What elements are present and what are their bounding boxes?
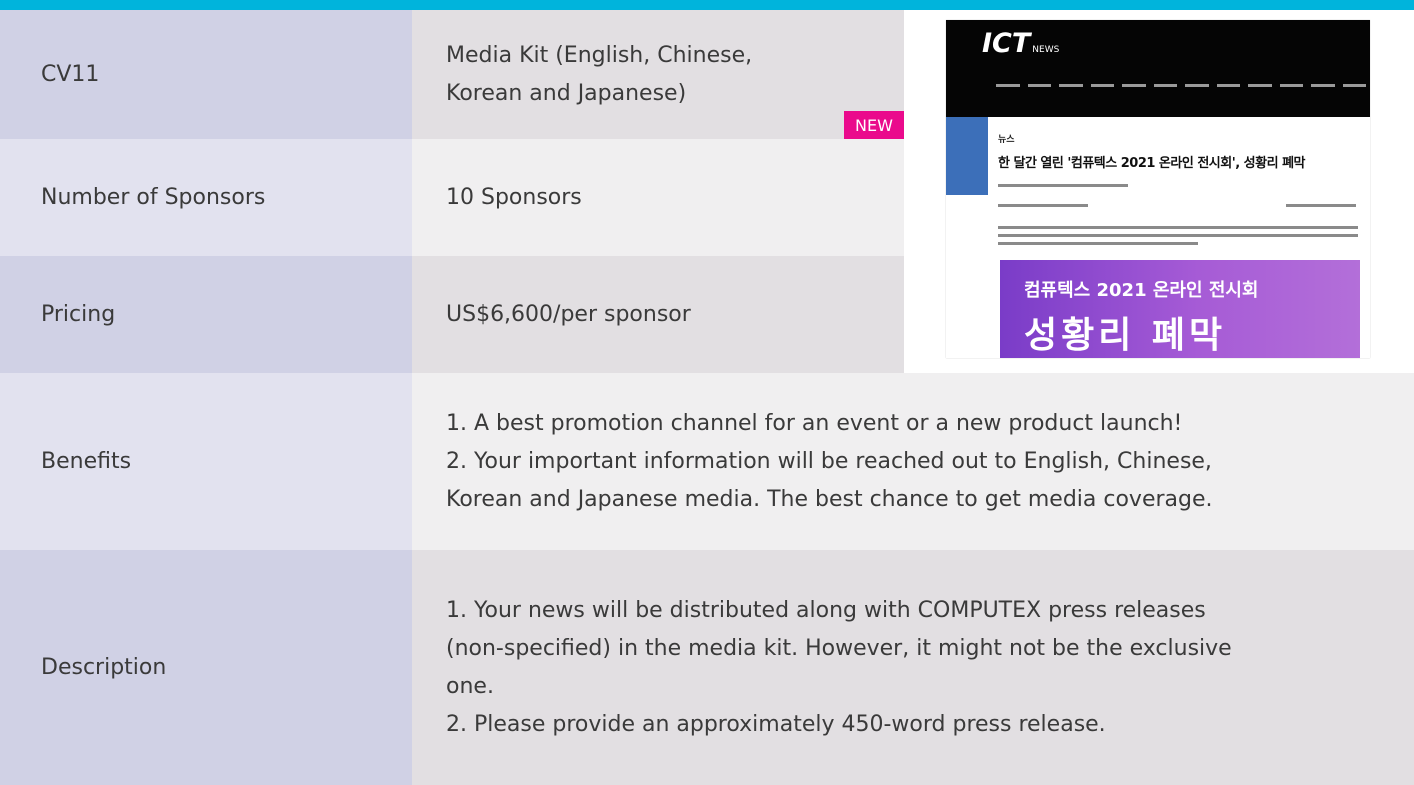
pricing-value: US$6,600/per sponsor bbox=[446, 302, 691, 327]
top-accent-bar bbox=[0, 0, 1414, 10]
benefits-line: 1. A best promotion channel for an event… bbox=[446, 410, 1183, 436]
banner-line-1: 컴퓨텍스 2021 온라인 전시회 bbox=[1024, 280, 1259, 301]
row-label-benefits: Benefits bbox=[0, 373, 412, 550]
ict-news-logo: ICT NEWS bbox=[982, 28, 1060, 59]
side-ad-block bbox=[946, 117, 988, 195]
cv-value-line: Korean and Japanese) bbox=[446, 80, 687, 106]
sponsors-label: Number of Sponsors bbox=[41, 185, 266, 210]
description-label: Description bbox=[41, 655, 167, 680]
row-label-sponsors: Number of Sponsors bbox=[0, 139, 412, 256]
description-line: (non-specified) in the media kit. Howeve… bbox=[446, 635, 1232, 661]
banner-line-2: 성황리 폐막 bbox=[1024, 315, 1227, 356]
news-screenshot: ICT NEWS 뉴스 한 달간 열린 '컴퓨텍스 2021 온라인 전시회', … bbox=[946, 20, 1370, 358]
row-value-pricing: US$6,600/per sponsor bbox=[412, 256, 904, 373]
news-headline: 한 달간 열린 '컴퓨텍스 2021 온라인 전시회', 성황리 폐막 bbox=[998, 156, 1306, 171]
text-line bbox=[998, 226, 1358, 229]
row-value-sponsors: 10 Sponsors bbox=[412, 139, 904, 256]
row-value-description: 1. Your news will be distributed along w… bbox=[412, 550, 1414, 785]
text-line bbox=[1286, 204, 1356, 207]
row-label-cv: CV11 bbox=[0, 10, 412, 139]
news-menu bbox=[996, 84, 1366, 88]
news-section-label: 뉴스 bbox=[998, 135, 1015, 145]
text-line bbox=[998, 184, 1128, 187]
row-label-description: Description bbox=[0, 550, 412, 785]
sponsors-value: 10 Sponsors bbox=[446, 185, 582, 210]
row-label-pricing: Pricing bbox=[0, 256, 412, 373]
benefits-label: Benefits bbox=[41, 449, 132, 474]
description-line: 1. Your news will be distributed along w… bbox=[446, 597, 1206, 623]
text-line bbox=[998, 234, 1358, 237]
description-line: one. bbox=[446, 673, 494, 699]
cv-value-line: Media Kit (English, Chinese, bbox=[446, 42, 753, 68]
text-line bbox=[998, 204, 1088, 207]
pricing-label: Pricing bbox=[41, 302, 116, 327]
new-badge: NEW bbox=[844, 111, 904, 139]
text-line bbox=[998, 242, 1198, 245]
description-line: 2. Please provide an approximately 450-w… bbox=[446, 711, 1106, 737]
row-value-benefits: 1. A best promotion channel for an event… bbox=[412, 373, 1414, 550]
benefits-line: Korean and Japanese media. The best chan… bbox=[446, 486, 1213, 512]
benefits-line: 2. Your important information will be re… bbox=[446, 448, 1212, 474]
row-value-cv: Media Kit (English, Chinese, Korean and … bbox=[412, 10, 904, 139]
cv-label: CV11 bbox=[41, 62, 100, 87]
